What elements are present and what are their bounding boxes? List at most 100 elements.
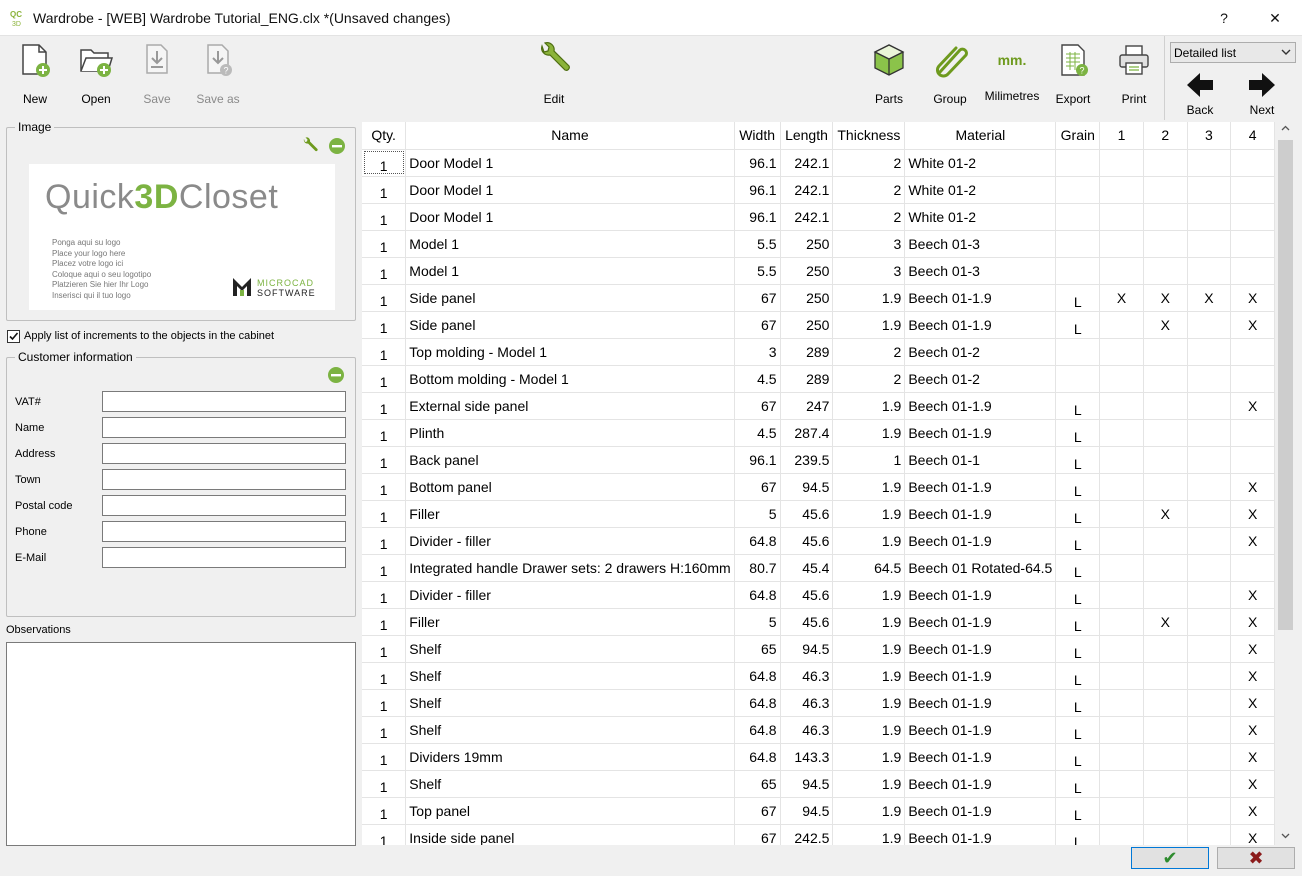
cell-qty[interactable]: 1 [362, 635, 407, 663]
ok-button[interactable]: ✔ [1131, 847, 1209, 869]
table-row[interactable]: 1 Door Model 1 96.1 242.1 2 White 01-2 [362, 203, 1275, 231]
cell-qty[interactable]: 1 [362, 446, 407, 474]
group-button[interactable]: Group [920, 42, 980, 106]
cell-qty[interactable]: 1 [362, 203, 407, 231]
table-row[interactable]: 1 Door Model 1 96.1 242.1 2 White 01-2 [362, 176, 1275, 204]
next-button[interactable]: Next [1232, 72, 1292, 117]
table-row[interactable]: 1 Bottom molding - Model 1 4.5 289 2 Beech 01… [362, 365, 1275, 393]
table-row[interactable]: 1 Door Model 1 96.1 242.1 2 White 01-2 [362, 149, 1275, 177]
close-window-button[interactable]: ✕ [1252, 6, 1298, 30]
table-row[interactable]: 1 External side panel 67 247 1.9 Beech 01-1.9… [362, 392, 1275, 420]
cell-qty[interactable]: 1 [362, 392, 407, 420]
cell-qty[interactable]: 1 [362, 284, 407, 312]
open-button[interactable]: Open [66, 42, 126, 106]
table-row[interactable]: 1 Inside side panel 67 242.5 1.9 Beech 01-1.9… [362, 824, 1275, 845]
name-input[interactable] [102, 417, 346, 438]
parts-button[interactable]: Parts [859, 42, 919, 106]
cell-grain: L [1055, 554, 1101, 582]
cell-qty[interactable]: 1 [362, 365, 407, 393]
header-grain[interactable]: Grain [1055, 122, 1101, 150]
table-row[interactable]: 1 Integrated handle Drawer sets: 2 drawer… [362, 554, 1275, 582]
collapse-customer-icon[interactable] [327, 366, 345, 384]
header-col-4[interactable]: 4 [1230, 122, 1275, 150]
header-col-2[interactable]: 2 [1143, 122, 1188, 150]
table-row[interactable]: 1 Shelf 65 94.5 1.9 Beech 01-1.9 L X [362, 770, 1275, 798]
remove-image-icon[interactable] [328, 137, 346, 155]
edit-button[interactable]: Edit [524, 42, 584, 106]
header-qty[interactable]: Qty. [362, 122, 407, 150]
scrollbar-thumb[interactable] [1278, 140, 1293, 630]
table-row[interactable]: 1 Filler 5 45.6 1.9 Beech 01-1.9 L X X [362, 500, 1275, 528]
table-row[interactable]: 1 Divider - filler 64.8 45.6 1.9 Beech 01-1.9… [362, 581, 1275, 609]
save-as-button[interactable]: ? Save as [188, 42, 248, 106]
table-row[interactable]: 1 Back panel 96.1 239.5 1 Beech 01-1 L [362, 446, 1275, 474]
header-name[interactable]: Name [405, 122, 735, 150]
table-row[interactable]: 1 Divider - filler 64.8 45.6 1.9 Beech 01-1.9… [362, 527, 1275, 555]
cell-qty[interactable]: 1 [362, 149, 407, 177]
postal-code-input[interactable] [102, 495, 346, 516]
table-row[interactable]: 1 Top molding - Model 1 3 289 2 Beech 01-2 [362, 338, 1275, 366]
cell-qty[interactable]: 1 [362, 689, 407, 717]
cell-qty[interactable]: 1 [362, 500, 407, 528]
back-button[interactable]: Back [1170, 72, 1230, 117]
cell-qty[interactable]: 1 [362, 257, 407, 285]
cell-qty[interactable]: 1 [362, 230, 407, 258]
table-row[interactable]: 1 Side panel 67 250 1.9 Beech 01-1.9 L X X [362, 311, 1275, 339]
cell-width: 67 [734, 797, 781, 825]
cell-qty[interactable]: 1 [362, 608, 407, 636]
table-row[interactable]: 1 Plinth 4.5 287.4 1.9 Beech 01-1.9 L [362, 419, 1275, 447]
phone-input[interactable] [102, 521, 346, 542]
help-button[interactable]: ? [1201, 6, 1247, 30]
apply-increments-checkbox[interactable] [7, 330, 20, 343]
table-row[interactable]: 1 Model 1 5.5 250 3 Beech 01-3 [362, 230, 1275, 258]
observations-textarea[interactable] [6, 642, 356, 846]
email-input[interactable] [102, 547, 346, 568]
town-input[interactable] [102, 469, 346, 490]
table-row[interactable]: 1 Side panel 67 250 1.9 Beech 01-1.9 L X X X X [362, 284, 1275, 312]
cell-qty[interactable]: 1 [362, 743, 407, 771]
table-row[interactable]: 1 Model 1 5.5 250 3 Beech 01-3 [362, 257, 1275, 285]
new-button[interactable]: New [5, 42, 65, 106]
cell-qty[interactable]: 1 [362, 824, 407, 845]
header-width[interactable]: Width [734, 122, 781, 150]
address-input[interactable] [102, 443, 346, 464]
cell-qty[interactable]: 1 [362, 554, 407, 582]
cancel-button[interactable]: ✖ [1217, 847, 1295, 869]
header-col-1[interactable]: 1 [1099, 122, 1144, 150]
header-thickness[interactable]: Thickness [832, 122, 906, 150]
table-row[interactable]: 1 Shelf 64.8 46.3 1.9 Beech 01-1.9 L X [362, 662, 1275, 690]
export-button[interactable]: ? Export [1043, 42, 1103, 106]
cell-qty[interactable]: 1 [362, 176, 407, 204]
print-button[interactable]: Print [1104, 42, 1164, 106]
save-button[interactable]: Save [127, 42, 187, 106]
cell-qty[interactable]: 1 [362, 473, 407, 501]
edit-image-wrench-icon[interactable] [301, 137, 319, 155]
table-row[interactable]: 1 Filler 5 45.6 1.9 Beech 01-1.9 L X X [362, 608, 1275, 636]
scroll-down-icon[interactable] [1281, 833, 1290, 839]
cell-qty[interactable]: 1 [362, 770, 407, 798]
table-row[interactable]: 1 Shelf 65 94.5 1.9 Beech 01-1.9 L X [362, 635, 1275, 663]
cell-length: 242.5 [780, 824, 834, 845]
cell-qty[interactable]: 1 [362, 797, 407, 825]
table-row[interactable]: 1 Shelf 64.8 46.3 1.9 Beech 01-1.9 L X [362, 716, 1275, 744]
table-row[interactable]: 1 Shelf 64.8 46.3 1.9 Beech 01-1.9 L X [362, 689, 1275, 717]
table-row[interactable]: 1 Top panel 67 94.5 1.9 Beech 01-1.9 L X [362, 797, 1275, 825]
cell-qty[interactable]: 1 [362, 338, 407, 366]
cell-qty[interactable]: 1 [362, 662, 407, 690]
cell-width: 67 [734, 284, 781, 312]
cell-qty[interactable]: 1 [362, 527, 407, 555]
table-row[interactable]: 1 Dividers 19mm 64.8 143.3 1.9 Beech 01-1.9 L X [362, 743, 1275, 771]
vat-input[interactable] [102, 391, 346, 412]
cell-qty[interactable]: 1 [362, 716, 407, 744]
header-material[interactable]: Material [904, 122, 1057, 150]
millimetres-button[interactable]: mm. Milimetres [982, 42, 1042, 103]
table-row[interactable]: 1 Bottom panel 67 94.5 1.9 Beech 01-1.9 L X [362, 473, 1275, 501]
cell-col-1 [1099, 824, 1144, 845]
cell-qty[interactable]: 1 [362, 581, 407, 609]
view-mode-select[interactable]: Detailed list [1170, 42, 1296, 63]
header-col-3[interactable]: 3 [1187, 122, 1232, 150]
scroll-up-icon[interactable] [1281, 125, 1290, 131]
header-length[interactable]: Length [780, 122, 834, 150]
cell-qty[interactable]: 1 [362, 311, 407, 339]
cell-qty[interactable]: 1 [362, 419, 407, 447]
